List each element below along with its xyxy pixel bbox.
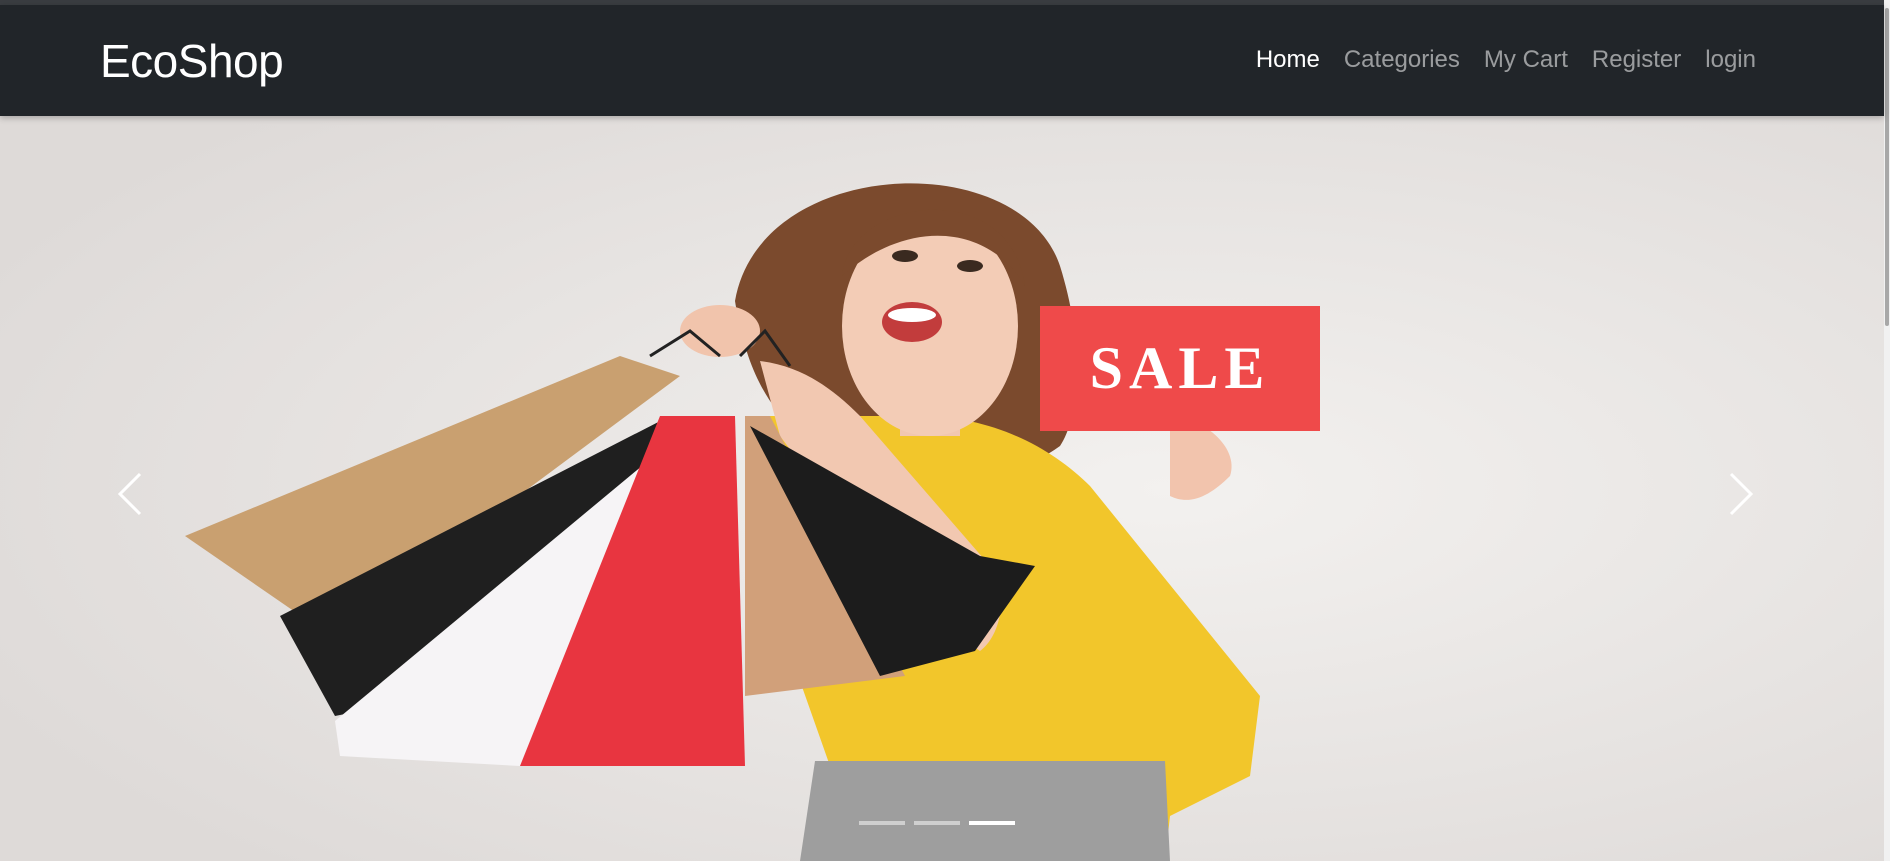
jeans [800, 761, 1170, 861]
slide-image: SALE [0, 116, 1884, 861]
nav-links: Home Categories My Cart Register login [1256, 45, 1756, 75]
nav-categories-link[interactable]: Categories [1344, 45, 1460, 75]
hero-carousel: SALE [0, 116, 1884, 861]
carousel-next-button[interactable] [1716, 464, 1766, 524]
nav-cart-link[interactable]: My Cart [1484, 45, 1568, 75]
nav-register-link[interactable]: Register [1592, 45, 1681, 75]
carousel-prev-button[interactable] [105, 464, 155, 524]
carousel-indicator-2[interactable] [914, 821, 960, 825]
sale-sign-text: SALE [1090, 335, 1271, 401]
nav-home-link[interactable]: Home [1256, 45, 1320, 75]
chevron-right-icon [1729, 472, 1754, 516]
left-eye [892, 250, 918, 262]
navbar: EcoShop Home Categories My Cart Register… [0, 5, 1884, 116]
carousel-indicators [859, 821, 1015, 825]
chevron-left-icon [117, 472, 142, 516]
carousel-indicator-1[interactable] [859, 821, 905, 825]
carousel-indicator-3[interactable] [969, 821, 1015, 825]
scrollbar-thumb[interactable] [1885, 8, 1889, 326]
brand-logo[interactable]: EcoShop [100, 36, 284, 86]
nav-login-link[interactable]: login [1705, 45, 1756, 75]
right-eye [957, 260, 983, 272]
